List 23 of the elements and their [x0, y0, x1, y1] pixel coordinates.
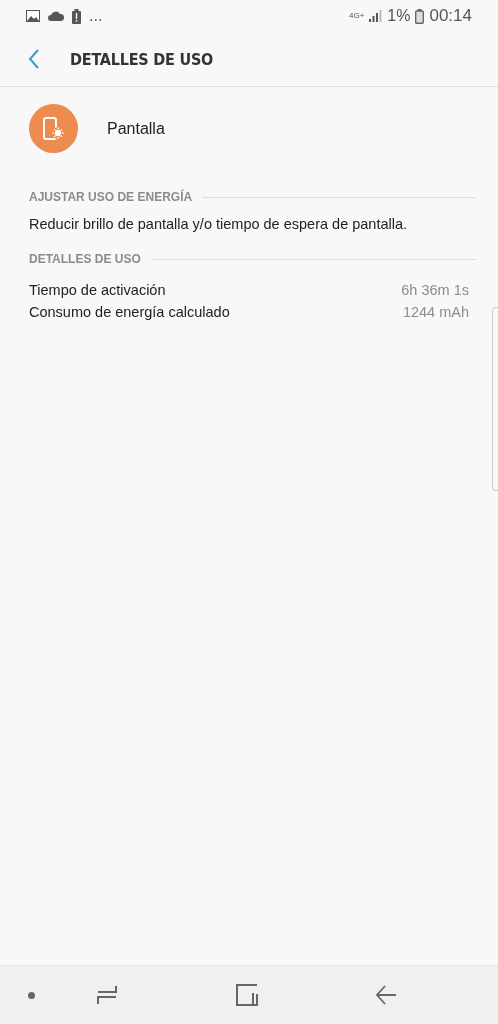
page-title: DETALLES DE USO	[70, 49, 214, 69]
detail-label: Consumo de energía calculado	[29, 304, 230, 320]
section-header: AJUSTAR USO DE ENERGÍA	[29, 190, 193, 204]
image-icon	[26, 10, 40, 22]
back-nav-button[interactable]	[375, 984, 397, 1006]
recent-apps-button[interactable]	[96, 985, 118, 1005]
detail-label: Tiempo de activación	[29, 282, 166, 298]
more-notifications-text: ...	[89, 7, 103, 25]
nav-dot-icon	[28, 991, 35, 999]
cloud-icon	[48, 11, 64, 21]
signal-icon	[369, 10, 383, 22]
detail-value: 6h 36m 1s	[401, 282, 470, 298]
network-type: 4G+	[349, 12, 365, 20]
battery-alert-icon	[72, 8, 81, 24]
home-button[interactable]	[236, 984, 258, 1006]
battery-icon	[415, 8, 425, 24]
section-header: DETALLES DE USO	[29, 252, 141, 266]
tip-text: Reducir brillo de pantalla y/o tiempo de espera de pantalla.	[29, 216, 409, 232]
clock: 00:14	[429, 6, 472, 26]
screen-settings-icon	[29, 104, 78, 153]
app-name: Pantalla	[107, 119, 165, 138]
battery-percent: 1%	[387, 7, 411, 25]
detail-value: 1244 mAh	[402, 304, 470, 320]
